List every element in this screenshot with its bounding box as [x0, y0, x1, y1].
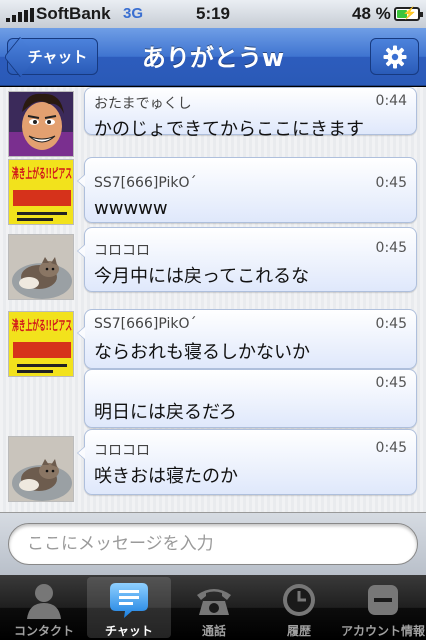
gear-icon — [383, 45, 406, 68]
message-text: 咲きおは寝たのか — [94, 466, 238, 487]
poster-text: 沸き上がる!!ピアス — [12, 318, 72, 334]
tab-label: チャット — [105, 624, 153, 638]
message-time: 0:45 — [375, 175, 407, 191]
message-time: 0:45 — [375, 316, 407, 332]
message-bubble[interactable]: 0:45 明日には戻るだろ — [84, 369, 417, 428]
tab-chat[interactable]: チャット — [87, 577, 171, 638]
message-bubble[interactable]: SS7[666]PikO´ 0:45 wwwww — [77, 157, 417, 223]
poster-avatar: 沸き上がる!!ピアス — [9, 160, 73, 224]
message-bubble[interactable]: コロコロ 0:45 今月中には戻ってこれるな — [77, 227, 417, 292]
phone-icon — [197, 589, 231, 615]
message-time: 0:45 — [375, 375, 407, 391]
battery-percent: 48 % — [352, 4, 391, 23]
tab-label: 履歴 — [286, 624, 311, 638]
status-bar: SoftBank 3G 5:19 48 % ⚡ — [0, 0, 426, 28]
tab-label: アカウント情報 — [341, 624, 426, 638]
poster-avatar: 沸き上がる!!ピアス — [9, 312, 73, 376]
message-time: 0:45 — [375, 440, 407, 456]
message-bubble[interactable]: SS7[666]PikO´ 0:45 ならおれも寝るしかないか — [77, 309, 417, 369]
sender-name: コロコロ — [94, 243, 150, 259]
avatar[interactable] — [8, 91, 74, 157]
navigation-bar: チャット ありがとうw — [0, 28, 426, 86]
battery-icon: ⚡ — [394, 6, 423, 21]
avatar[interactable] — [8, 234, 74, 300]
tab-label: 通話 — [201, 624, 226, 638]
message-text: 明日には戻るだろ — [94, 402, 237, 423]
message-text: wwwww — [94, 198, 168, 219]
account-icon — [368, 585, 398, 615]
sender-name: SS7[666]PikO´ — [94, 316, 197, 332]
cat-photo-avatar — [9, 235, 73, 299]
back-button-label: チャット — [27, 48, 88, 66]
poster-text: 沸き上がる!!ピアス — [12, 166, 72, 182]
avatar[interactable]: 沸き上がる!!ピアス — [8, 311, 74, 377]
person-icon — [27, 584, 61, 619]
chat-message-list[interactable]: おたまでゅくし 0:44 かのじょできてからここにきます 沸き上がる!!ピアス … — [0, 87, 426, 512]
tab-bar: コンタクト チャット 通話 履歴 アカウント情報 — [0, 575, 426, 640]
chat-bubble-icon — [110, 583, 148, 618]
message-text: かのじょできてからここにきます — [94, 119, 364, 140]
message-input-bar: ここにメッセージを入力 — [0, 512, 426, 575]
message-time: 0:45 — [375, 240, 407, 256]
tab-label: コンタクト — [13, 624, 74, 638]
cat-photo-avatar — [9, 437, 73, 501]
message-text: 今月中には戻ってこれるな — [94, 266, 310, 287]
avatar[interactable]: 沸き上がる!!ピアス — [8, 159, 74, 225]
message-bubble[interactable]: おたまでゅくし 0:44 かのじょできてからここにきます — [84, 87, 417, 140]
message-input[interactable]: ここにメッセージを入力 — [8, 523, 418, 565]
avatar[interactable] — [8, 436, 74, 502]
cartoon-face-avatar — [9, 92, 73, 156]
sender-name: コロコロ — [94, 443, 150, 459]
message-time: 0:44 — [375, 93, 407, 109]
tab-account[interactable]: アカウント情報 — [341, 577, 425, 638]
clock-icon — [283, 584, 315, 616]
settings-button[interactable] — [370, 38, 419, 75]
message-text: ならおれも寝るしかないか — [94, 342, 310, 363]
tab-call[interactable]: 通話 — [172, 577, 256, 638]
tab-history[interactable]: 履歴 — [257, 577, 341, 638]
sender-name: SS7[666]PikO´ — [94, 175, 197, 191]
tab-contacts[interactable]: コンタクト — [2, 577, 86, 638]
message-bubble[interactable]: コロコロ 0:45 咲きおは寝たのか — [77, 429, 417, 495]
sender-name: おたまでゅくし — [94, 96, 192, 112]
